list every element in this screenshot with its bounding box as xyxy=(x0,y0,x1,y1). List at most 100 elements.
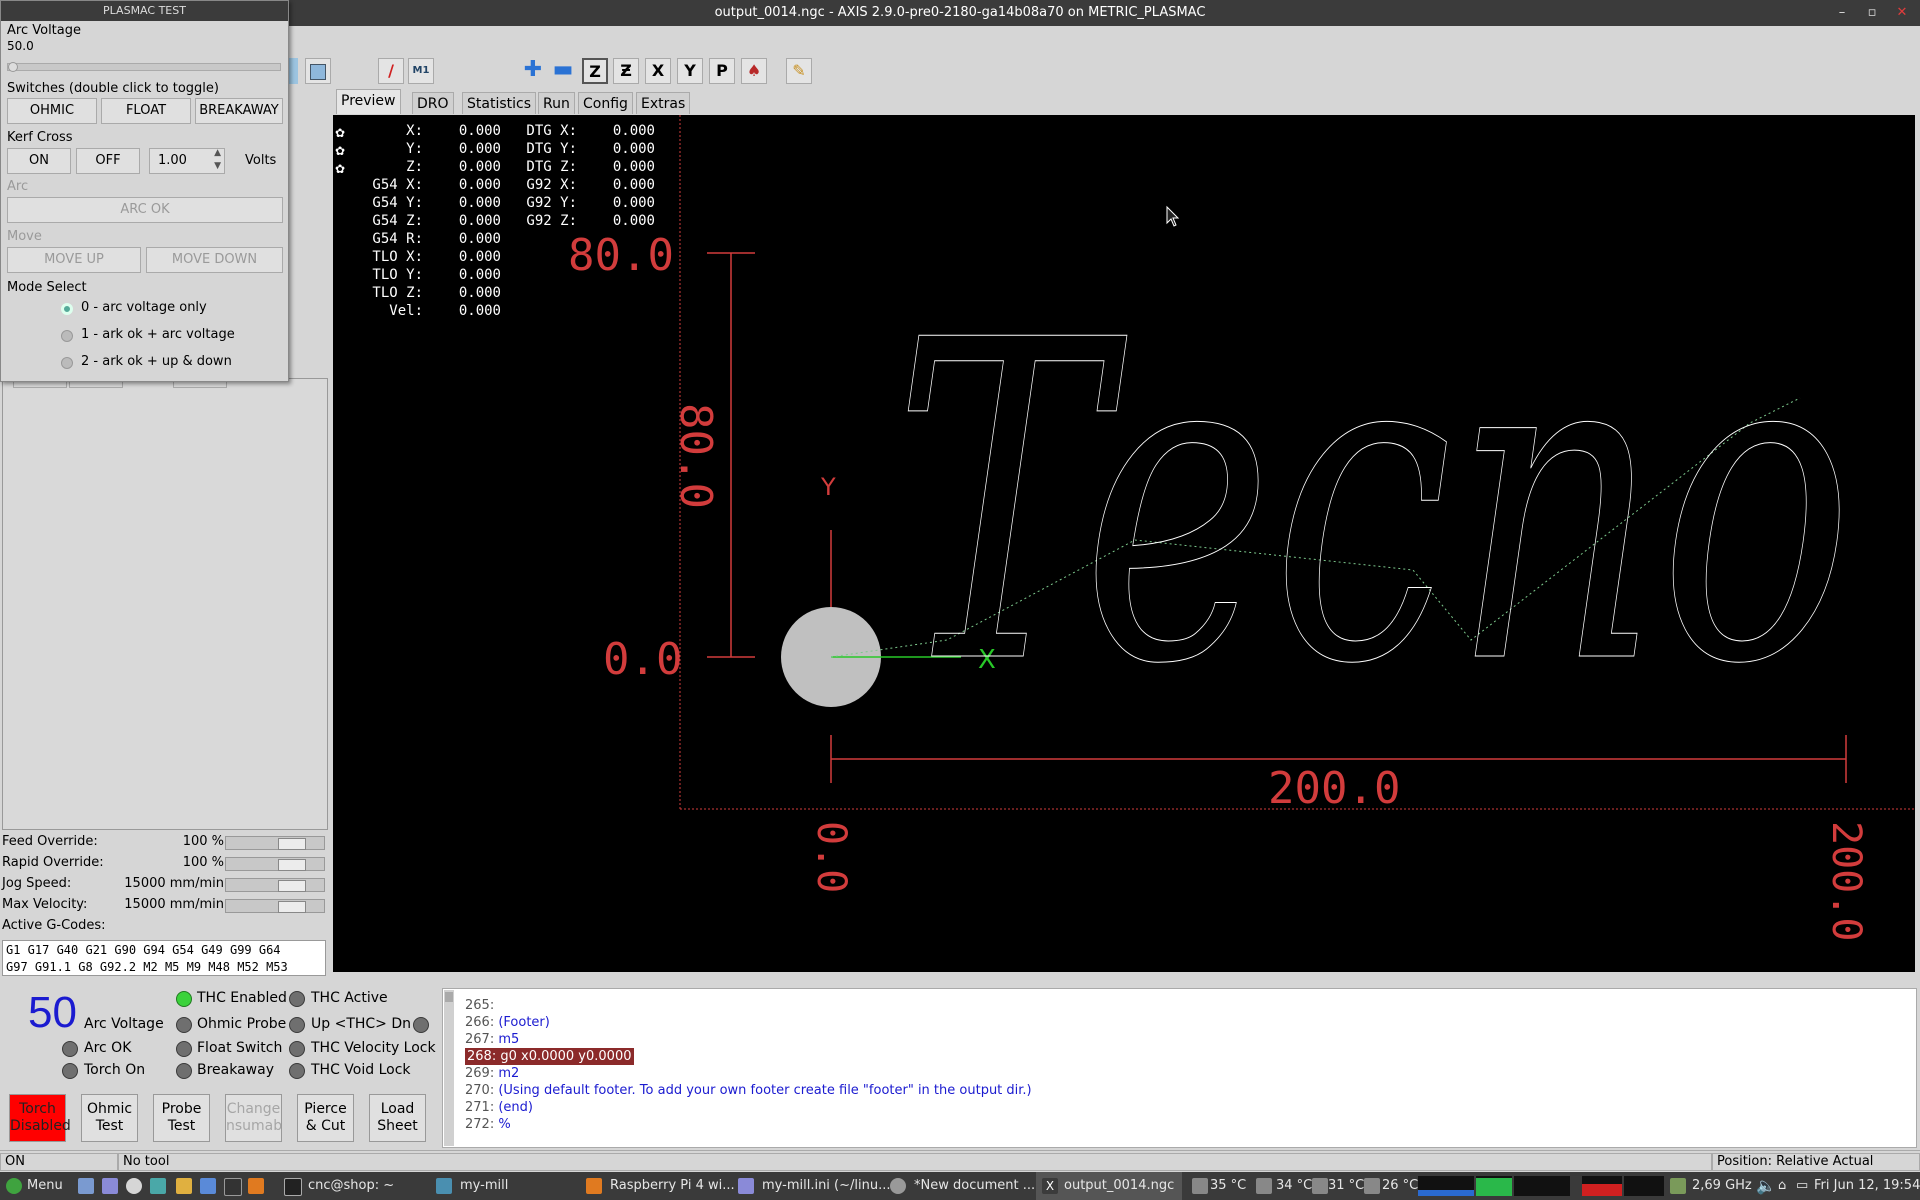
close-button[interactable]: ✕ xyxy=(1892,3,1912,23)
terminal-launcher-icon[interactable] xyxy=(150,1178,166,1194)
gcode-line[interactable]: 271: (end) xyxy=(465,1099,533,1116)
task-editor[interactable]: my-mill.ini (~/linu... xyxy=(762,1172,891,1200)
max-velocity-label: Max Velocity: xyxy=(2,897,88,912)
dro-row: Vel: 0.000 xyxy=(333,302,655,320)
minimize-button[interactable]: – xyxy=(1832,3,1852,23)
zoom-out-icon[interactable]: ▬ xyxy=(550,58,576,84)
task-terminal[interactable]: cnc@shop: ~ xyxy=(308,1172,394,1200)
gcode-line[interactable]: 270: (Using default footer. To add your … xyxy=(465,1082,1032,1099)
kerf-off-button[interactable]: OFF xyxy=(76,148,140,174)
spin-down-icon[interactable]: ▼ xyxy=(214,161,221,171)
arc-group-label: Arc xyxy=(7,179,29,194)
tab-dro[interactable]: DRO xyxy=(412,92,454,114)
probe-test-button[interactable]: Probe Test xyxy=(153,1094,210,1142)
toolbar-run-from-line-icon[interactable]: / xyxy=(378,58,404,84)
tab-config[interactable]: Config xyxy=(578,92,633,114)
view-x-icon[interactable]: X xyxy=(645,58,671,84)
menu-button[interactable]: Menu xyxy=(27,1172,63,1200)
gcode-line[interactable]: 265: xyxy=(465,997,498,1014)
x-left-label: 0.0 xyxy=(808,821,854,893)
ohmic-switch-button[interactable]: OHMIC xyxy=(7,98,97,124)
arc-ok-button[interactable]: ARC OK xyxy=(7,197,283,223)
preview-canvas[interactable]: 80.0 0.0 80.0 200.0 0.0 200.0 Y X Tecno … xyxy=(333,115,1915,972)
tab-extras[interactable]: Extras xyxy=(636,92,691,114)
load-sheet-button[interactable]: Load Sheet xyxy=(369,1094,426,1142)
gcode-line[interactable]: 269: m2 xyxy=(465,1065,519,1082)
task-new-document[interactable]: *New document ... xyxy=(914,1172,1035,1200)
dro-axis-label: Vel: xyxy=(389,303,423,319)
clipboard-icon[interactable]: ▭ xyxy=(1796,1172,1808,1200)
gcode-line[interactable]: 267: m5 xyxy=(465,1031,519,1048)
view-z-rotated-icon[interactable]: Ƶ xyxy=(613,58,639,84)
button-line: Ohmic xyxy=(86,1101,133,1117)
arc-ok-led xyxy=(62,1041,78,1057)
thc-down-led xyxy=(413,1017,429,1033)
max-velocity-slider[interactable] xyxy=(225,899,325,913)
dro-axis-value: 0.000 xyxy=(458,177,501,193)
mode-0-radio[interactable] xyxy=(61,303,73,315)
float-switch-button[interactable]: FLOAT xyxy=(101,98,191,124)
slider-knob[interactable] xyxy=(278,859,306,871)
dro-dtg-value: 0.000 xyxy=(612,159,655,175)
gcode-line[interactable]: 266: (Footer) xyxy=(465,1014,550,1031)
toolbar-fullscreen-icon[interactable] xyxy=(305,58,331,84)
move-down-button[interactable]: MOVE DOWN xyxy=(146,247,283,273)
machine-state: ON xyxy=(0,1153,118,1171)
pierce-cut-button[interactable]: Pierce & Cut xyxy=(297,1094,354,1142)
dro-dtg-value: 0.000 xyxy=(612,177,655,193)
tab-statistics[interactable]: Statistics xyxy=(462,92,536,114)
volume-icon[interactable]: 🔈 xyxy=(1756,1172,1776,1200)
mode-1-radio[interactable] xyxy=(61,330,73,342)
arc-voltage-big-value: 50 xyxy=(28,988,77,1037)
gcode-line[interactable]: 272: % xyxy=(465,1116,511,1133)
app-launcher-icon[interactable] xyxy=(248,1178,264,1194)
button-line: Change xyxy=(226,1101,281,1117)
feed-override-slider[interactable] xyxy=(225,836,325,850)
notifications-icon[interactable]: ⌂ xyxy=(1778,1172,1786,1200)
rapid-override-slider[interactable] xyxy=(225,857,325,871)
zoom-in-icon[interactable]: ✚ xyxy=(520,58,546,84)
torch-disabled-button[interactable]: Torch Disabled xyxy=(9,1094,71,1142)
x-length-label: 200.0 xyxy=(1268,763,1400,814)
jog-speed-slider[interactable] xyxy=(225,878,325,892)
editor-launcher-icon[interactable] xyxy=(200,1178,216,1194)
menu-logo-icon[interactable] xyxy=(6,1178,22,1194)
thc-up-down-label: Up <THC> Dn xyxy=(311,1016,412,1032)
move-up-button[interactable]: MOVE UP xyxy=(7,247,141,273)
tab-preview[interactable]: Preview xyxy=(336,89,401,114)
slider-knob[interactable] xyxy=(8,62,18,72)
arc-voltage-slider[interactable] xyxy=(7,62,281,72)
tab-run[interactable]: Run xyxy=(538,92,575,114)
slider-knob[interactable] xyxy=(278,901,306,913)
ohmic-test-button[interactable]: Ohmic Test xyxy=(81,1094,138,1142)
view-z-icon[interactable]: Z xyxy=(582,58,608,84)
kerf-on-button[interactable]: ON xyxy=(7,148,71,174)
view-y-icon[interactable]: Y xyxy=(677,58,703,84)
view-perspective-icon[interactable]: P xyxy=(709,58,735,84)
files-launcher-icon[interactable] xyxy=(102,1178,118,1194)
show-desktop-icon[interactable] xyxy=(78,1178,94,1194)
maximize-button[interactable]: ▫ xyxy=(1862,3,1882,23)
scrollbar-thumb[interactable] xyxy=(445,992,453,1002)
terminal-icon[interactable] xyxy=(224,1178,242,1196)
gcode-line[interactable]: 268: g0 x0.0000 y0.0000 xyxy=(465,1048,634,1065)
breakaway-switch-button[interactable]: BREAKAWAY xyxy=(195,98,283,124)
toolbar-optional-stop-icon[interactable]: M1 xyxy=(408,58,434,84)
task-browser[interactable]: Raspberry Pi 4 wi... xyxy=(610,1172,735,1200)
spin-up-icon[interactable]: ▲ xyxy=(214,148,221,158)
clear-backplot-icon[interactable]: ✎ xyxy=(786,58,812,84)
task-files[interactable]: my-mill xyxy=(460,1172,508,1200)
toggle-tool-icon[interactable]: ♠ xyxy=(741,58,767,84)
slider-knob[interactable] xyxy=(278,838,306,850)
change-consumable-button[interactable]: Change nsumabl xyxy=(225,1094,282,1142)
kerf-volts-spinbox[interactable]: 1.00 ▲ ▼ xyxy=(149,148,225,174)
slider-knob[interactable] xyxy=(278,880,306,892)
toolbar-partial-icon[interactable] xyxy=(288,58,298,84)
gcode-listing[interactable]: 265: 266: (Footer) 267: m5 268: g0 x0.0000… xyxy=(442,988,1917,1148)
folder-launcher-icon[interactable] xyxy=(176,1178,192,1194)
browser-launcher-icon[interactable] xyxy=(126,1178,142,1194)
dro-axis-value: 0.000 xyxy=(458,285,501,301)
gcode-scrollbar[interactable] xyxy=(444,990,454,1146)
mode-2-radio[interactable] xyxy=(61,357,73,369)
dro-dtg-label: DTG X: xyxy=(526,123,577,139)
